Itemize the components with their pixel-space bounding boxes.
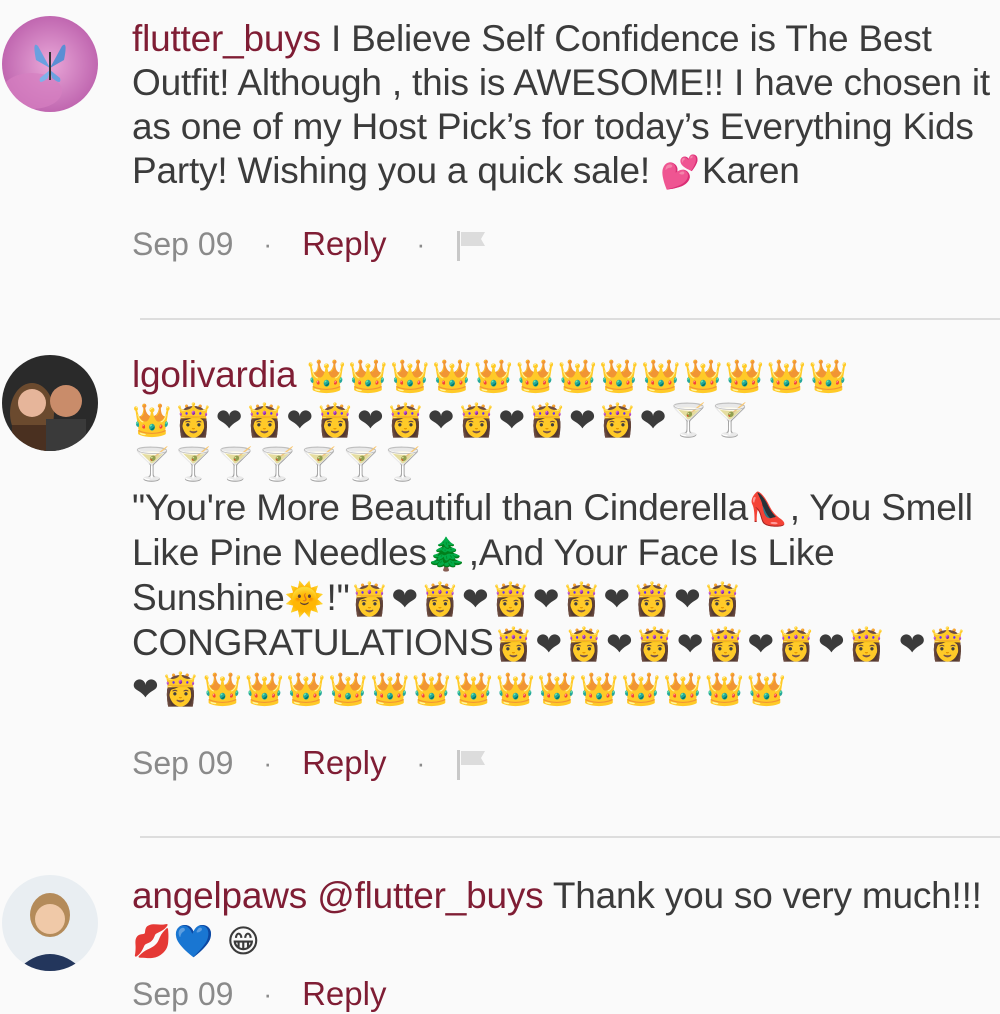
flag-icon[interactable]: [455, 748, 489, 782]
crowns-emoji-row: 👑👑👑👑👑👑👑👑👑👑👑👑👑: [306, 358, 851, 394]
comment-date: Sep 09: [132, 745, 234, 781]
username-link[interactable]: lgolivardia: [132, 354, 297, 395]
comment-date: Sep 09: [132, 226, 234, 262]
comment-text: Thank you so very much!!!: [543, 875, 982, 916]
comment-signature: Karen: [701, 150, 800, 191]
flag-icon[interactable]: [455, 229, 489, 263]
avatar-couple-image: [2, 355, 98, 451]
hearts-emoji: 💕: [660, 154, 702, 190]
reply-button[interactable]: Reply: [302, 974, 386, 1014]
tree-emoji: 🌲: [426, 536, 469, 572]
username-link[interactable]: angelpaws: [132, 875, 307, 916]
comment-meta: Sep 09 · Reply ·: [132, 224, 489, 264]
kiss-heart-grin-emoji: 💋💙 😁: [132, 923, 262, 959]
sun-emoji: 🌞: [284, 581, 327, 617]
comment-date: Sep 09: [132, 976, 234, 1012]
quote-text: "You're More Beautiful than Cinderella: [132, 487, 748, 528]
congratulations-text: CONGRATULATIONS: [132, 622, 494, 663]
separator-dot: ·: [263, 979, 273, 1009]
avatar-butterfly-image: [2, 16, 98, 112]
divider: [140, 836, 1000, 838]
mixed-emoji-row: 👑👸❤👸❤👸❤👸❤👸❤👸❤👸❤🍸🍸: [132, 402, 753, 438]
separator-dot: ·: [416, 229, 426, 259]
avatar[interactable]: [2, 16, 98, 112]
martini-emoji-row: 🍸🍸🍸🍸🍸🍸🍸: [132, 446, 425, 482]
separator-dot: ·: [416, 748, 426, 778]
separator-dot: ·: [263, 229, 273, 259]
avatar-woman-image: [2, 875, 98, 971]
hearts-emoji-row: 👸❤👸❤👸❤👸❤👸❤👸: [349, 581, 745, 617]
comment-body: lgolivardia 👑👑👑👑👑👑👑👑👑👑👑👑👑 👑👸❤👸❤👸❤👸❤👸❤👸❤👸…: [132, 353, 992, 711]
avatar[interactable]: [2, 355, 98, 451]
quote-text: !": [326, 577, 350, 618]
divider: [140, 318, 1000, 320]
comment-body: flutter_buys I Believe Self Confidence i…: [132, 17, 992, 194]
reply-button[interactable]: Reply: [302, 743, 386, 783]
hearts-emoji-row: 👸❤👸❤👸❤👸❤👸❤👸: [493, 626, 889, 662]
separator-dot: ·: [263, 748, 273, 778]
reply-button[interactable]: Reply: [302, 224, 386, 264]
comment-meta: Sep 09 · Reply: [132, 974, 386, 1014]
avatar[interactable]: [2, 875, 98, 971]
username-link[interactable]: flutter_buys: [132, 18, 321, 59]
comment-meta: Sep 09 · Reply ·: [132, 743, 489, 783]
comment-body: angelpaws @flutter_buys Thank you so ver…: [132, 874, 992, 963]
mention-link[interactable]: @flutter_buys: [317, 875, 543, 916]
shoe-emoji: 👠: [747, 491, 790, 527]
